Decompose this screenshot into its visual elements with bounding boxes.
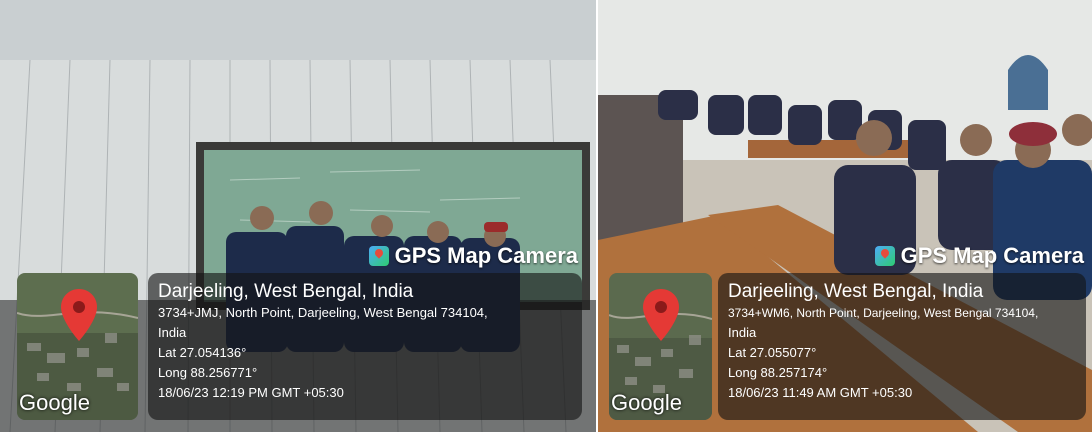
place-name: Darjeeling, West Bengal, India <box>728 281 984 302</box>
photo-left: GPS Map Camera Google Darjeeling, West B… <box>0 0 596 432</box>
gps-map-camera-badge: GPS Map Camera <box>368 243 578 269</box>
map-pin-icon <box>61 289 97 341</box>
latitude: Lat 27.055077° <box>728 345 817 360</box>
longitude: Long 88.256771° <box>158 365 258 380</box>
location-info-panel: Darjeeling, West Bengal, India 3734+WM6,… <box>718 273 1086 420</box>
location-map-thumbnail: Google <box>609 273 712 420</box>
location-map-thumbnail: Google <box>17 273 138 420</box>
google-logo: Google <box>19 390 90 415</box>
gps-map-camera-icon <box>874 246 895 266</box>
map-pin-icon <box>643 289 679 341</box>
address-line-1: 3734+WM6, North Point, Darjeeling, West … <box>728 306 1039 320</box>
gps-map-camera-badge: GPS Map Camera <box>874 243 1084 269</box>
gps-map-camera-icon <box>368 246 389 266</box>
address-line-2: India <box>728 325 757 340</box>
photo-right: GPS Map Camera Google Darjeeling, West B… <box>598 0 1092 432</box>
address-line-1: 3734+JMJ, North Point, Darjeeling, West … <box>158 305 488 320</box>
place-name: Darjeeling, West Bengal, India <box>158 281 414 302</box>
badge-label: GPS Map Camera <box>900 243 1084 268</box>
google-logo: Google <box>611 390 682 415</box>
badge-label: GPS Map Camera <box>394 243 578 268</box>
date-time: 18/06/23 11:49 AM GMT +05:30 <box>728 385 913 400</box>
latitude: Lat 27.054136° <box>158 345 247 360</box>
location-info-panel: Darjeeling, West Bengal, India 3734+JMJ,… <box>148 273 582 420</box>
address-line-2: India <box>158 325 187 340</box>
longitude: Long 88.257174° <box>728 365 828 380</box>
date-time: 18/06/23 12:19 PM GMT +05:30 <box>158 385 344 400</box>
